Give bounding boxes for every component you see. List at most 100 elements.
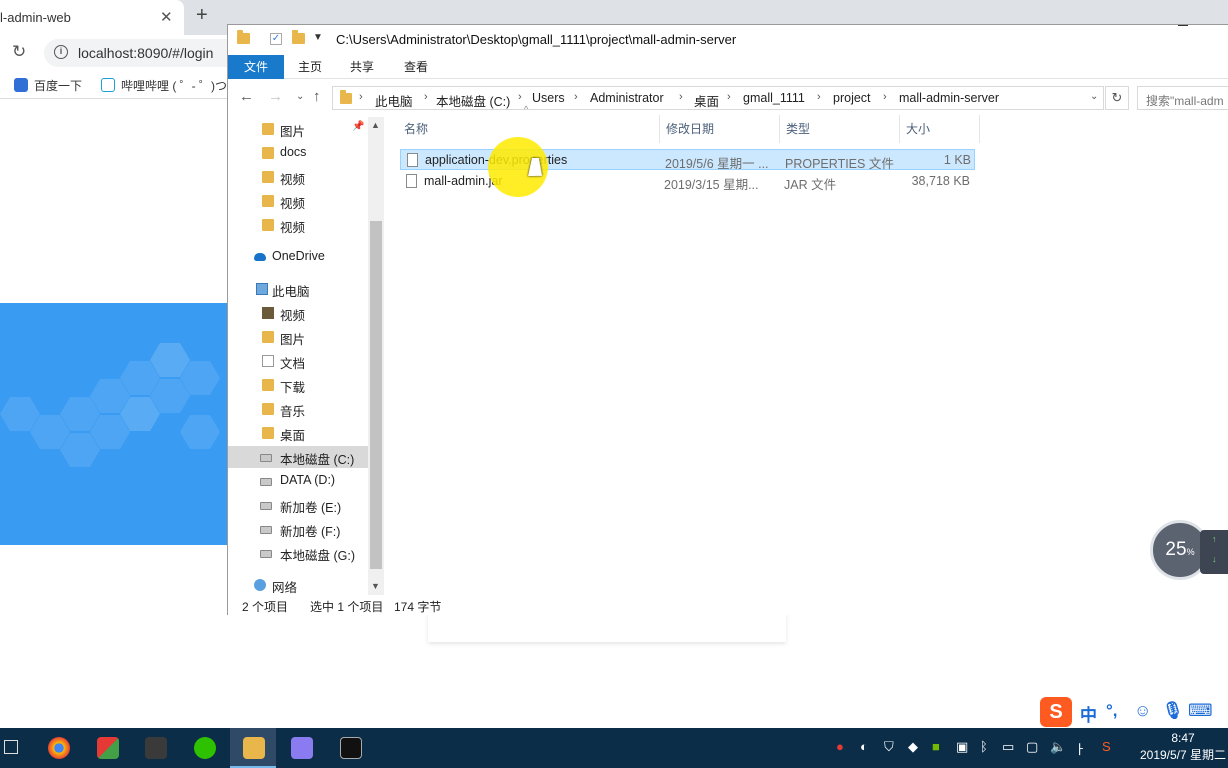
back-button[interactable]: ← <box>239 88 254 105</box>
reload-icon[interactable]: ↻ <box>12 42 26 62</box>
volume-icon[interactable]: 🔈 <box>1050 739 1066 755</box>
tray-icon[interactable]: ▣ <box>956 739 968 755</box>
taskbar-terminal[interactable] <box>327 728 373 768</box>
tab-share[interactable]: 共享 <box>342 55 382 79</box>
breadcrumb-item[interactable]: project <box>833 91 871 105</box>
nav-item-video[interactable]: 视频 <box>228 166 368 188</box>
bluetooth-icon[interactable]: ᛒ <box>980 739 988 754</box>
nav-item-docs[interactable]: docs <box>228 142 368 164</box>
tab-home[interactable]: 主页 <box>290 55 330 79</box>
breadcrumb-item[interactable]: 此电脑 <box>375 91 413 110</box>
nav-item-video[interactable]: 视频 <box>228 302 368 324</box>
ime-indicator-icon[interactable]: ㅏ <box>1074 739 1086 758</box>
nav-item-pictures[interactable]: 图片 📌 <box>228 118 368 140</box>
battery-icon[interactable]: ▭ <box>1002 739 1014 755</box>
sogou-icon[interactable]: S <box>1102 739 1111 754</box>
keyboard-icon[interactable]: ⌨ <box>1188 701 1213 721</box>
bookmark-bilibili[interactable]: 哔哩哔哩 ( ゜- ゜)つ <box>101 77 227 94</box>
forward-button[interactable]: → <box>268 88 283 105</box>
nav-item-network[interactable]: 网络 <box>228 574 368 595</box>
nav-item-video[interactable]: 视频 <box>228 190 368 212</box>
search-placeholder: 搜索"mall-adm <box>1146 94 1224 108</box>
column-header-type[interactable]: 类型 <box>780 115 900 143</box>
properties-icon[interactable]: ✓ <box>270 33 282 45</box>
up-button[interactable]: ↑ <box>313 88 321 105</box>
nav-item-pictures[interactable]: 图片 <box>228 326 368 348</box>
nav-pane-scrollbar[interactable]: ▲ ▼ <box>368 117 384 595</box>
close-icon[interactable]: ✕ <box>160 8 173 26</box>
search-input[interactable]: 搜索"mall-adm <box>1137 86 1228 110</box>
microphone-icon[interactable]: 🎙 <box>1162 701 1184 721</box>
breadcrumb[interactable]: › 此电脑 › 本地磁盘 (C:) › Users › Administrato… <box>332 86 1104 110</box>
info-icon[interactable]: i <box>54 45 68 59</box>
taskbar-app[interactable] <box>84 728 130 768</box>
file-type: JAR 文件 <box>784 178 837 192</box>
nav-item-documents[interactable]: 文档 <box>228 350 368 372</box>
taskbar: ● ◐ ⛉ ◆ ■ ▣ ᛒ ▭ ▢ 🔈 ㅏ S 8:47 2019/5/7 星期… <box>0 728 1228 768</box>
nav-item-drive-d[interactable]: DATA (D:) <box>228 470 368 492</box>
tab-view[interactable]: 查看 <box>396 55 436 79</box>
drive-icon <box>260 550 272 558</box>
task-view-icon[interactable] <box>4 740 18 754</box>
nav-item-video[interactable]: 视频 <box>228 214 368 236</box>
breadcrumb-item[interactable]: Administrator <box>590 91 664 105</box>
desktop-icon <box>262 427 274 439</box>
ime-punctuation[interactable]: °, <box>1106 701 1118 721</box>
nav-item-label: OneDrive <box>272 249 325 263</box>
chevron-down-icon[interactable]: ▼ <box>313 32 323 43</box>
nav-item-downloads[interactable]: 下载 <box>228 374 368 396</box>
column-header-size[interactable]: 大小 <box>900 115 980 143</box>
file-date: 2019/5/6 星期一 ... <box>665 157 769 171</box>
pin-icon[interactable]: 📌 <box>352 121 364 132</box>
breadcrumb-item[interactable]: gmall_1111 <box>743 91 805 105</box>
nav-item-drive-f[interactable]: 新加卷 (F:) <box>228 518 368 540</box>
clock[interactable]: 8:47 2019/5/7 星期二 <box>1138 730 1228 764</box>
ime-mode[interactable]: 中 <box>1080 701 1097 726</box>
sogou-logo-icon[interactable]: S <box>1040 697 1072 727</box>
browser-tab[interactable]: l-admin-web ✕ <box>0 0 184 35</box>
taskbar-app[interactable] <box>278 728 324 768</box>
network-icon[interactable]: ▢ <box>1026 739 1038 755</box>
nav-item-drive-c[interactable]: 本地磁盘 (C:) <box>228 446 368 468</box>
new-tab-button[interactable]: + <box>196 4 208 27</box>
emoji-icon[interactable]: ☺ <box>1134 701 1151 721</box>
taskbar-wechat[interactable] <box>181 728 227 768</box>
nvidia-icon[interactable]: ■ <box>932 739 940 754</box>
scrollbar-thumb[interactable] <box>370 221 382 569</box>
minimize-button[interactable] <box>1168 25 1198 39</box>
chevron-down-icon[interactable]: ⌄ <box>1090 91 1098 102</box>
file-row[interactable]: mall-admin.jar 2019/3/15 星期... JAR 文件 38… <box>400 171 975 192</box>
taskbar-file-explorer[interactable] <box>230 728 276 768</box>
taskbar-app[interactable] <box>132 728 178 768</box>
nav-item-music[interactable]: 音乐 <box>228 398 368 420</box>
breadcrumb-item[interactable]: 本地磁盘 (C:) <box>436 91 510 110</box>
refresh-button[interactable]: ↻ <box>1105 86 1129 110</box>
scroll-down-icon[interactable]: ▼ <box>371 581 380 591</box>
nav-item-onedrive[interactable]: OneDrive <box>228 246 368 268</box>
nav-item-label: docs <box>280 145 307 159</box>
nav-item-drive-g[interactable]: 本地磁盘 (G:) <box>228 542 368 564</box>
tray-icon[interactable]: ◐ <box>860 739 868 754</box>
file-size: 1 KB <box>943 153 971 167</box>
file-row[interactable]: application-dev.properties 2019/5/6 星期一 … <box>400 149 975 171</box>
title-bar: ✓ ▼ C:\Users\Administrator\Desktop\gmall… <box>228 25 1228 55</box>
column-header-date[interactable]: 修改日期 <box>660 115 780 143</box>
record-icon[interactable]: ● <box>836 739 844 754</box>
nav-item-drive-e[interactable]: 新加卷 (E:) <box>228 494 368 516</box>
file-explorer-window: ✓ ▼ C:\Users\Administrator\Desktop\gmall… <box>227 24 1228 615</box>
bookmark-baidu[interactable]: 百度一下 <box>14 77 82 94</box>
breadcrumb-item[interactable]: 桌面 <box>694 91 719 110</box>
new-folder-icon[interactable] <box>292 30 305 44</box>
recent-locations-icon[interactable]: ⌄ <box>296 91 304 102</box>
taskbar-chrome[interactable] <box>35 728 81 768</box>
tab-file[interactable]: 文件 <box>228 55 284 79</box>
nav-item-this-pc[interactable]: 此电脑 <box>228 278 368 300</box>
breadcrumb-item[interactable]: Users <box>532 91 565 105</box>
file-size: 38,718 KB <box>911 174 970 188</box>
scroll-up-icon[interactable]: ▲ <box>371 120 380 130</box>
shield-icon[interactable]: ⛉ <box>884 739 894 755</box>
tv-icon <box>101 78 115 92</box>
tray-icon[interactable]: ◆ <box>908 739 918 755</box>
breadcrumb-item[interactable]: mall-admin-server <box>899 91 999 105</box>
nav-item-desktop[interactable]: 桌面 <box>228 422 368 444</box>
